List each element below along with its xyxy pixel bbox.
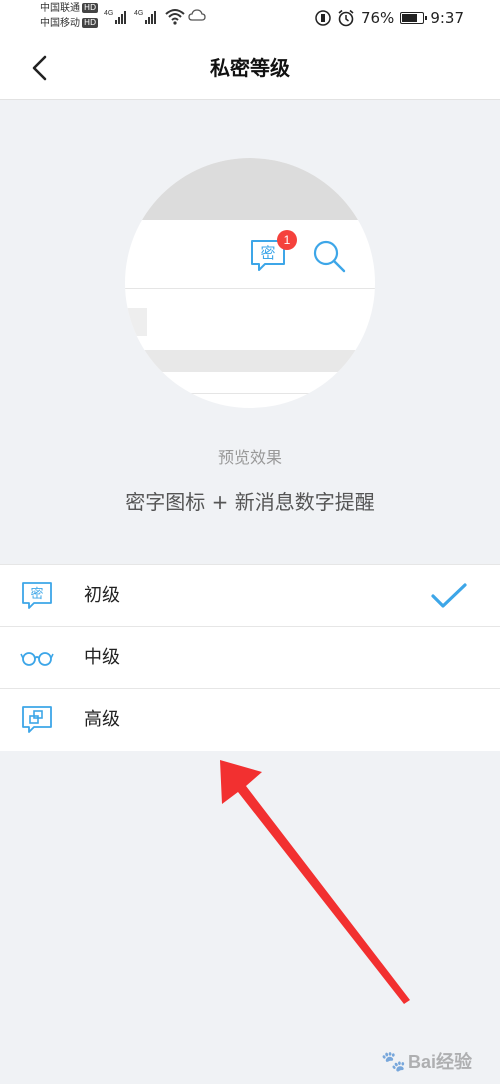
preview-circle: 密 1 bbox=[125, 158, 375, 408]
preview-placeholder-block bbox=[125, 308, 147, 336]
option-label: 初级 bbox=[84, 585, 120, 606]
hd-badge-1: HD bbox=[82, 3, 99, 13]
alarm-icon bbox=[338, 9, 354, 27]
preview-placeholder-bar bbox=[125, 350, 375, 372]
battery-icon bbox=[400, 12, 428, 24]
carrier-1: 中国联通 HD bbox=[40, 3, 99, 15]
paw-icon: 🐾 bbox=[381, 1050, 406, 1073]
preview-description: 密字图标 + 新消息数字提醒 bbox=[125, 490, 375, 514]
preview-divider bbox=[125, 288, 375, 289]
option-basic[interactable]: 密 初级 bbox=[0, 565, 500, 627]
vibrate-icon bbox=[315, 10, 331, 26]
cloud-icon bbox=[188, 9, 206, 21]
carrier-2-label: 中国移动 bbox=[40, 18, 80, 29]
status-bar: 中国联通 HD 中国移动 HD 4G 4G 76% 9:37 bbox=[0, 0, 500, 36]
preview-label: 预览效果 bbox=[217, 448, 282, 467]
net-type-2: 4G bbox=[134, 10, 143, 17]
privacy-level-list: 密 初级 中级 高级 bbox=[0, 564, 500, 751]
check-icon bbox=[431, 583, 467, 608]
carrier-2: 中国移动 HD bbox=[40, 18, 99, 30]
watermark-text: Bai经验 bbox=[407, 1052, 472, 1072]
option-label: 中级 bbox=[84, 647, 120, 668]
glasses-icon bbox=[20, 652, 54, 666]
mi-bubble-icon: 密 bbox=[22, 582, 52, 609]
watermark: 🐾 Bai经验 bbox=[381, 1048, 472, 1074]
squares-bubble-icon bbox=[22, 706, 52, 733]
battery-percent: 76% bbox=[360, 9, 395, 27]
search-icon bbox=[313, 240, 346, 273]
option-basic-icon-char: 密 bbox=[30, 586, 43, 602]
navbar: 私密等级 bbox=[0, 36, 500, 100]
option-medium[interactable]: 中级 bbox=[0, 627, 500, 689]
status-right: 76% 9:37 bbox=[315, 8, 464, 28]
option-advanced[interactable]: 高级 bbox=[0, 689, 500, 751]
carrier-1-label: 中国联通 bbox=[40, 3, 80, 14]
option-label: 高级 bbox=[84, 709, 120, 730]
mi-icon-char: 密 bbox=[260, 244, 275, 262]
hd-badge-2: HD bbox=[82, 18, 99, 28]
preview-divider bbox=[125, 393, 375, 394]
new-message-badge: 1 bbox=[277, 230, 297, 250]
page-title: 私密等级 bbox=[210, 56, 290, 80]
wifi-icon bbox=[165, 9, 185, 25]
signal-2-icon: 4G bbox=[134, 10, 156, 24]
preview-header-bg bbox=[125, 158, 375, 220]
signal-1-icon: 4G bbox=[104, 10, 126, 24]
clock: 9:37 bbox=[430, 9, 464, 27]
net-type-1: 4G bbox=[104, 10, 113, 17]
